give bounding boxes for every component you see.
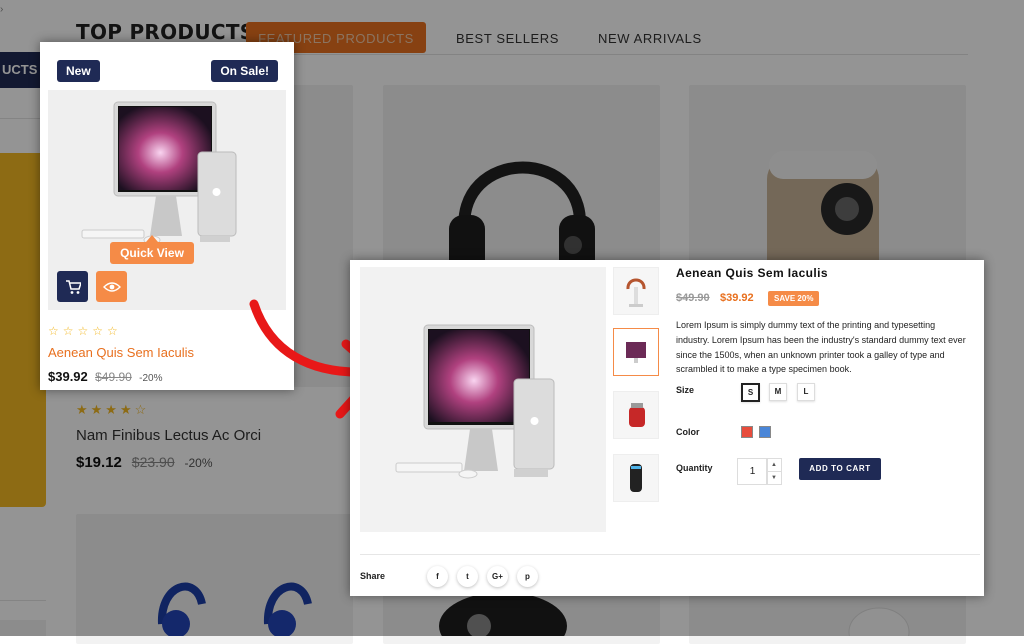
rating-stars: ☆☆☆☆☆ <box>48 324 122 338</box>
quantity-up-icon[interactable]: ▲ <box>766 458 782 472</box>
pinterest-icon[interactable]: p <box>517 566 538 587</box>
quantity-down-icon[interactable]: ▼ <box>766 471 782 485</box>
imac-thumb <box>626 342 646 363</box>
quick-view-modal[interactable]: Aenean Quis Sem Iaculis $49.90 $39.92 SA… <box>350 260 984 596</box>
thumbnail-imac[interactable] <box>613 328 659 376</box>
twitter-icon[interactable]: t <box>457 566 478 587</box>
product-old-price: $49.90 <box>676 292 710 304</box>
product-old-price: $49.90 <box>95 370 132 384</box>
size-label: Size <box>676 385 695 395</box>
add-to-cart-button[interactable]: ADD TO CART <box>799 458 881 480</box>
product-title: Aenean Quis Sem Iaculis <box>676 266 828 280</box>
quantity-label: Quantity <box>676 463 713 473</box>
main-product-image[interactable] <box>360 267 606 532</box>
product-discount: -20% <box>139 373 163 384</box>
product-name[interactable]: Aenean Quis Sem Iaculis <box>48 345 194 360</box>
size-option-s[interactable]: S <box>741 383 760 402</box>
eye-icon <box>102 281 121 292</box>
new-badge: New <box>57 60 100 82</box>
product-price: $39.92 <box>720 292 754 304</box>
quick-view-button[interactable] <box>96 271 127 302</box>
share-label: Share <box>360 571 386 581</box>
add-to-cart-button[interactable] <box>57 271 88 302</box>
headphone-stand-thumb <box>626 278 646 307</box>
kettle-thumb <box>629 403 645 427</box>
imac-image <box>395 324 555 479</box>
quantity-input[interactable]: 1 <box>737 458 768 485</box>
save-badge: SAVE 20% <box>768 291 820 306</box>
product-description: Lorem Ipsum is simply dummy text of the … <box>676 320 966 375</box>
size-option-l[interactable]: L <box>797 383 815 401</box>
thumbnail-speaker[interactable] <box>613 454 659 502</box>
facebook-icon[interactable]: f <box>427 566 448 587</box>
quick-view-tooltip[interactable]: Quick View <box>110 235 194 264</box>
divider <box>360 554 980 555</box>
on-sale-badge: On Sale! <box>211 60 278 82</box>
product-price-row: $39.92 $49.90 -20% <box>48 369 163 384</box>
cart-icon <box>65 279 81 294</box>
size-option-m[interactable]: M <box>769 383 787 401</box>
color-label: Color <box>676 427 700 437</box>
thumbnail-kettle[interactable] <box>613 391 659 439</box>
color-swatch-blue[interactable] <box>759 426 771 438</box>
google-plus-icon[interactable]: G+ <box>487 566 508 587</box>
speaker-thumb <box>630 464 642 492</box>
color-swatch-red[interactable] <box>741 426 753 438</box>
product-price: $39.92 <box>48 369 88 384</box>
thumbnail-headphone-stand[interactable] <box>613 267 659 315</box>
